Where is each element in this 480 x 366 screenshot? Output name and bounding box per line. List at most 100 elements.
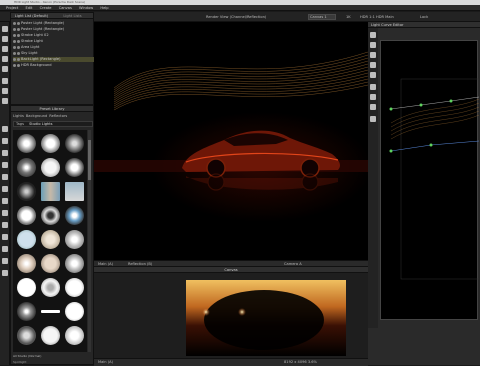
resolution-value[interactable]: 1K	[346, 14, 351, 20]
curve-zoom-icon[interactable]	[370, 72, 376, 78]
curve-move-icon[interactable]	[370, 52, 376, 58]
light-item[interactable]: Strobe Light 02	[13, 33, 49, 38]
move-tool-icon[interactable]	[2, 36, 8, 42]
preset-misc-icon[interactable]	[2, 174, 8, 180]
light-item[interactable]: Poster Light (Rectangle)	[13, 27, 64, 32]
duplicate-light-icon[interactable]	[2, 88, 8, 94]
preset-spot-icon[interactable]	[2, 270, 8, 276]
preset-thumb[interactable]	[41, 326, 60, 345]
curve-copy-icon[interactable]	[370, 116, 376, 122]
lock-toggle[interactable]: Lock	[420, 14, 428, 20]
canvas-main-label[interactable]: Main (A)	[98, 360, 113, 364]
visibility-icon[interactable]	[13, 57, 16, 61]
lock-icon[interactable]	[17, 57, 20, 61]
visibility-icon[interactable]	[13, 33, 16, 37]
preset-thumb[interactable]	[17, 278, 36, 297]
preset-thumb[interactable]	[41, 158, 60, 177]
preset-thumb[interactable]	[65, 134, 84, 153]
curve-delete-icon[interactable]	[370, 62, 376, 68]
visibility-icon[interactable]	[13, 51, 16, 55]
scale-tool-icon[interactable]	[2, 56, 8, 62]
light-item[interactable]: HDR Background	[13, 63, 52, 68]
curve-point[interactable]	[419, 103, 423, 107]
preset-thumb-strip[interactable]	[41, 310, 60, 313]
preset-thumb[interactable]	[17, 158, 36, 177]
visibility-icon[interactable]	[13, 45, 16, 49]
tab-reflectors[interactable]: Reflectors	[49, 114, 67, 119]
lock-icon[interactable]	[17, 63, 20, 67]
preset-thumb[interactable]	[41, 206, 60, 225]
select-tool-icon[interactable]	[2, 26, 8, 32]
preset-thumb[interactable]	[41, 278, 60, 297]
curve-point[interactable]	[449, 99, 453, 103]
menu-project[interactable]: Project	[6, 5, 18, 11]
preset-thumb[interactable]	[17, 206, 36, 225]
lock-icon[interactable]	[17, 33, 20, 37]
preset-thumb[interactable]	[65, 182, 84, 201]
curve-smooth-icon[interactable]	[370, 94, 376, 100]
lock-icon[interactable]	[17, 21, 20, 25]
curve-point[interactable]	[429, 143, 433, 147]
rotate-tool-icon[interactable]	[2, 46, 8, 52]
preset-thumb[interactable]	[41, 230, 60, 249]
delete-light-icon[interactable]	[2, 98, 8, 104]
lock-icon[interactable]	[17, 27, 20, 31]
preset-fav-icon[interactable]	[2, 186, 8, 192]
preset-thumb[interactable]	[41, 182, 60, 201]
menu-edit[interactable]: Edit	[25, 5, 32, 11]
preset-thumb[interactable]	[65, 206, 84, 225]
preset-strip-icon[interactable]	[2, 246, 8, 252]
tab-light-list[interactable]: Light List (Default)	[11, 13, 52, 18]
preset-lights-icon[interactable]	[2, 126, 8, 132]
preset-thumb[interactable]	[17, 134, 36, 153]
light-tool-icon[interactable]	[2, 66, 8, 72]
preset-thumb[interactable]	[65, 254, 84, 273]
curve-linear-icon[interactable]	[370, 104, 376, 110]
render-viewport[interactable]	[94, 22, 368, 260]
preset-thumb[interactable]	[65, 278, 84, 297]
light-item[interactable]: Sky Light	[13, 51, 37, 56]
preset-user-icon[interactable]	[2, 198, 8, 204]
light-item[interactable]: Strobe Light	[13, 39, 43, 44]
preset-thumb[interactable]	[17, 302, 36, 321]
tab-background[interactable]: Background	[26, 114, 47, 119]
curve-point[interactable]	[389, 149, 393, 153]
menu-help[interactable]: Help	[100, 5, 108, 11]
canvas-hdr-map[interactable]	[186, 280, 346, 356]
preset-hdri-icon[interactable]	[2, 210, 8, 216]
preset-thumb[interactable]	[17, 182, 36, 201]
preset-softbox-icon[interactable]	[2, 234, 8, 240]
preset-thumb[interactable]	[65, 230, 84, 249]
preset-thumb[interactable]	[65, 158, 84, 177]
menu-create[interactable]: Create	[40, 5, 52, 11]
visibility-icon[interactable]	[13, 27, 16, 31]
preset-thumb[interactable]	[65, 302, 84, 321]
preset-thumb[interactable]	[65, 326, 84, 345]
menu-window[interactable]: Window	[79, 5, 93, 11]
hdr-info[interactable]: HDR 1:1 HDR Main	[360, 14, 394, 20]
preset-thumb[interactable]	[41, 134, 60, 153]
preset-search[interactable]: Tags Studio Lights	[13, 121, 93, 127]
preset-thumb[interactable]	[41, 254, 60, 273]
curve-add-point-icon[interactable]	[370, 42, 376, 48]
light-item[interactable]: Poster Light (Rectangle)	[13, 21, 64, 26]
preset-gradient-icon[interactable]	[2, 222, 8, 228]
visibility-icon[interactable]	[13, 21, 16, 25]
preset-scrollbar[interactable]	[88, 130, 91, 352]
preset-thumb[interactable]	[17, 326, 36, 345]
preset-thumb[interactable]	[17, 230, 36, 249]
preset-ring-icon[interactable]	[2, 258, 8, 264]
add-light-icon[interactable]	[2, 78, 8, 84]
light-item-selected[interactable]: BackLight (Rectangle)	[13, 57, 95, 62]
tab-lights[interactable]: Lights	[13, 114, 24, 119]
menu-canvas[interactable]: Canvas	[59, 5, 72, 11]
curve-fit-icon[interactable]	[370, 84, 376, 90]
curve-point[interactable]	[389, 107, 393, 111]
curve-select-icon[interactable]	[370, 32, 376, 38]
preset-portrait-icon[interactable]	[2, 162, 8, 168]
preset-reflector-icon[interactable]	[2, 150, 8, 156]
lock-icon[interactable]	[17, 51, 20, 55]
preset-thumb[interactable]	[17, 254, 36, 273]
visibility-icon[interactable]	[13, 63, 16, 67]
lock-icon[interactable]	[17, 45, 20, 49]
